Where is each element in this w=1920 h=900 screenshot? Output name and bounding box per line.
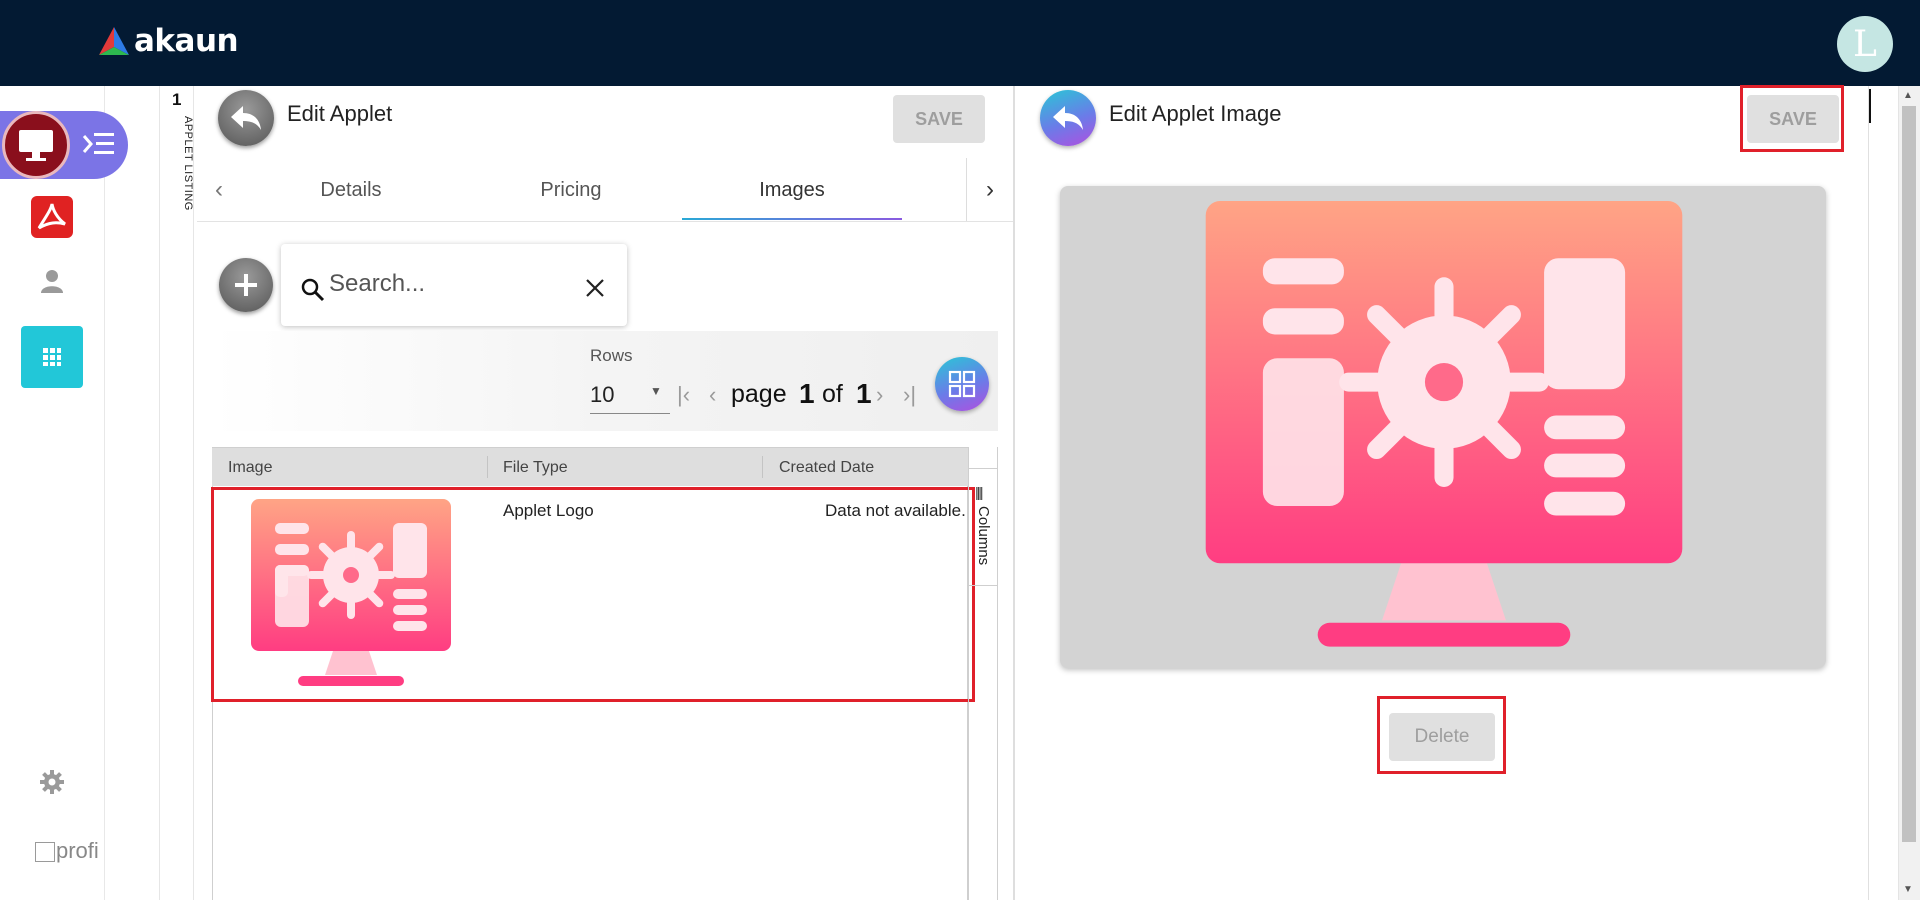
tab-index: 1 [172,90,182,109]
caret-down-icon[interactable]: ▼ [650,384,662,398]
gear-icon[interactable] [21,751,83,813]
scrollbar-thumb[interactable] [1902,106,1916,842]
columns-icon: |||| [975,484,983,500]
column-header-file-type[interactable]: File Type [503,459,568,477]
save-highlight-box [1740,85,1844,152]
prev-page-icon[interactable]: ‹ [709,382,716,408]
checkbox-box[interactable] [35,842,55,862]
edit-applet-title: Edit Applet [287,101,393,126]
grid-view-icon [948,370,976,398]
column-divider [487,456,488,478]
search-input[interactable] [329,264,569,304]
person-icon[interactable] [21,250,83,312]
tab-images-indicator [682,218,902,220]
of-word: of [822,380,843,408]
columns-label[interactable]: Columns [975,506,992,565]
tab-details[interactable]: Details [280,158,422,222]
user-avatar[interactable]: L [1837,16,1893,72]
applet-logo-preview [1205,201,1683,647]
akaun-logo[interactable]: akaun [97,23,239,59]
column-header-image[interactable]: Image [228,459,272,477]
tabs-next-arrow[interactable]: › [970,158,1010,222]
tabs-divider [966,158,967,221]
back-button[interactable] [1040,90,1096,146]
edit-applet-image-title: Edit Applet Image [1109,101,1282,126]
column-header-created-date[interactable]: Created Date [779,459,874,477]
clear-search-icon[interactable] [585,278,605,298]
back-arrow-icon [231,106,261,130]
profile-label: profi [56,838,99,863]
top-bar [0,0,1920,86]
monitor-icon[interactable] [2,111,70,179]
plus-icon [235,274,257,296]
search-box [281,244,627,326]
page-word: page [731,380,787,408]
rows-label: Rows [590,346,633,365]
applet-listing-label[interactable]: APPLET LISTING [182,116,194,211]
back-arrow-icon [1053,106,1083,130]
last-page-icon[interactable]: ›| [903,382,916,408]
profile-checkbox[interactable]: profi [35,840,99,862]
tab-images[interactable]: Images [682,158,902,222]
brand-name: akaun [134,23,239,59]
total-pages: 1 [856,378,872,409]
grid-view-toggle[interactable] [935,357,989,411]
scroll-up-arrow-icon[interactable]: ▲ [1903,90,1913,101]
save-applet-button[interactable]: SAVE [893,95,985,143]
column-divider [762,456,763,478]
search-icon [301,278,325,302]
akaun-logo-icon [99,27,129,55]
current-page: 1 [799,378,815,409]
tabs-prev-arrow[interactable]: ‹ [199,158,239,222]
panel-divider [1868,86,1869,900]
tab-pricing[interactable]: Pricing [500,158,642,222]
text-cursor [1869,89,1871,123]
delete-highlight-box [1377,696,1506,774]
acrobat-icon[interactable] [21,186,83,248]
apps-grid-icon[interactable] [21,326,83,388]
next-page-icon[interactable]: › [876,382,883,408]
image-preview-card [1060,186,1826,668]
add-image-button[interactable] [219,258,273,312]
selected-row-highlight [211,487,975,702]
back-button[interactable] [218,90,274,146]
scroll-down-arrow-icon[interactable]: ▼ [1903,884,1913,895]
first-page-icon[interactable]: |‹ [677,382,690,408]
vertical-tab-gutter [105,86,160,900]
